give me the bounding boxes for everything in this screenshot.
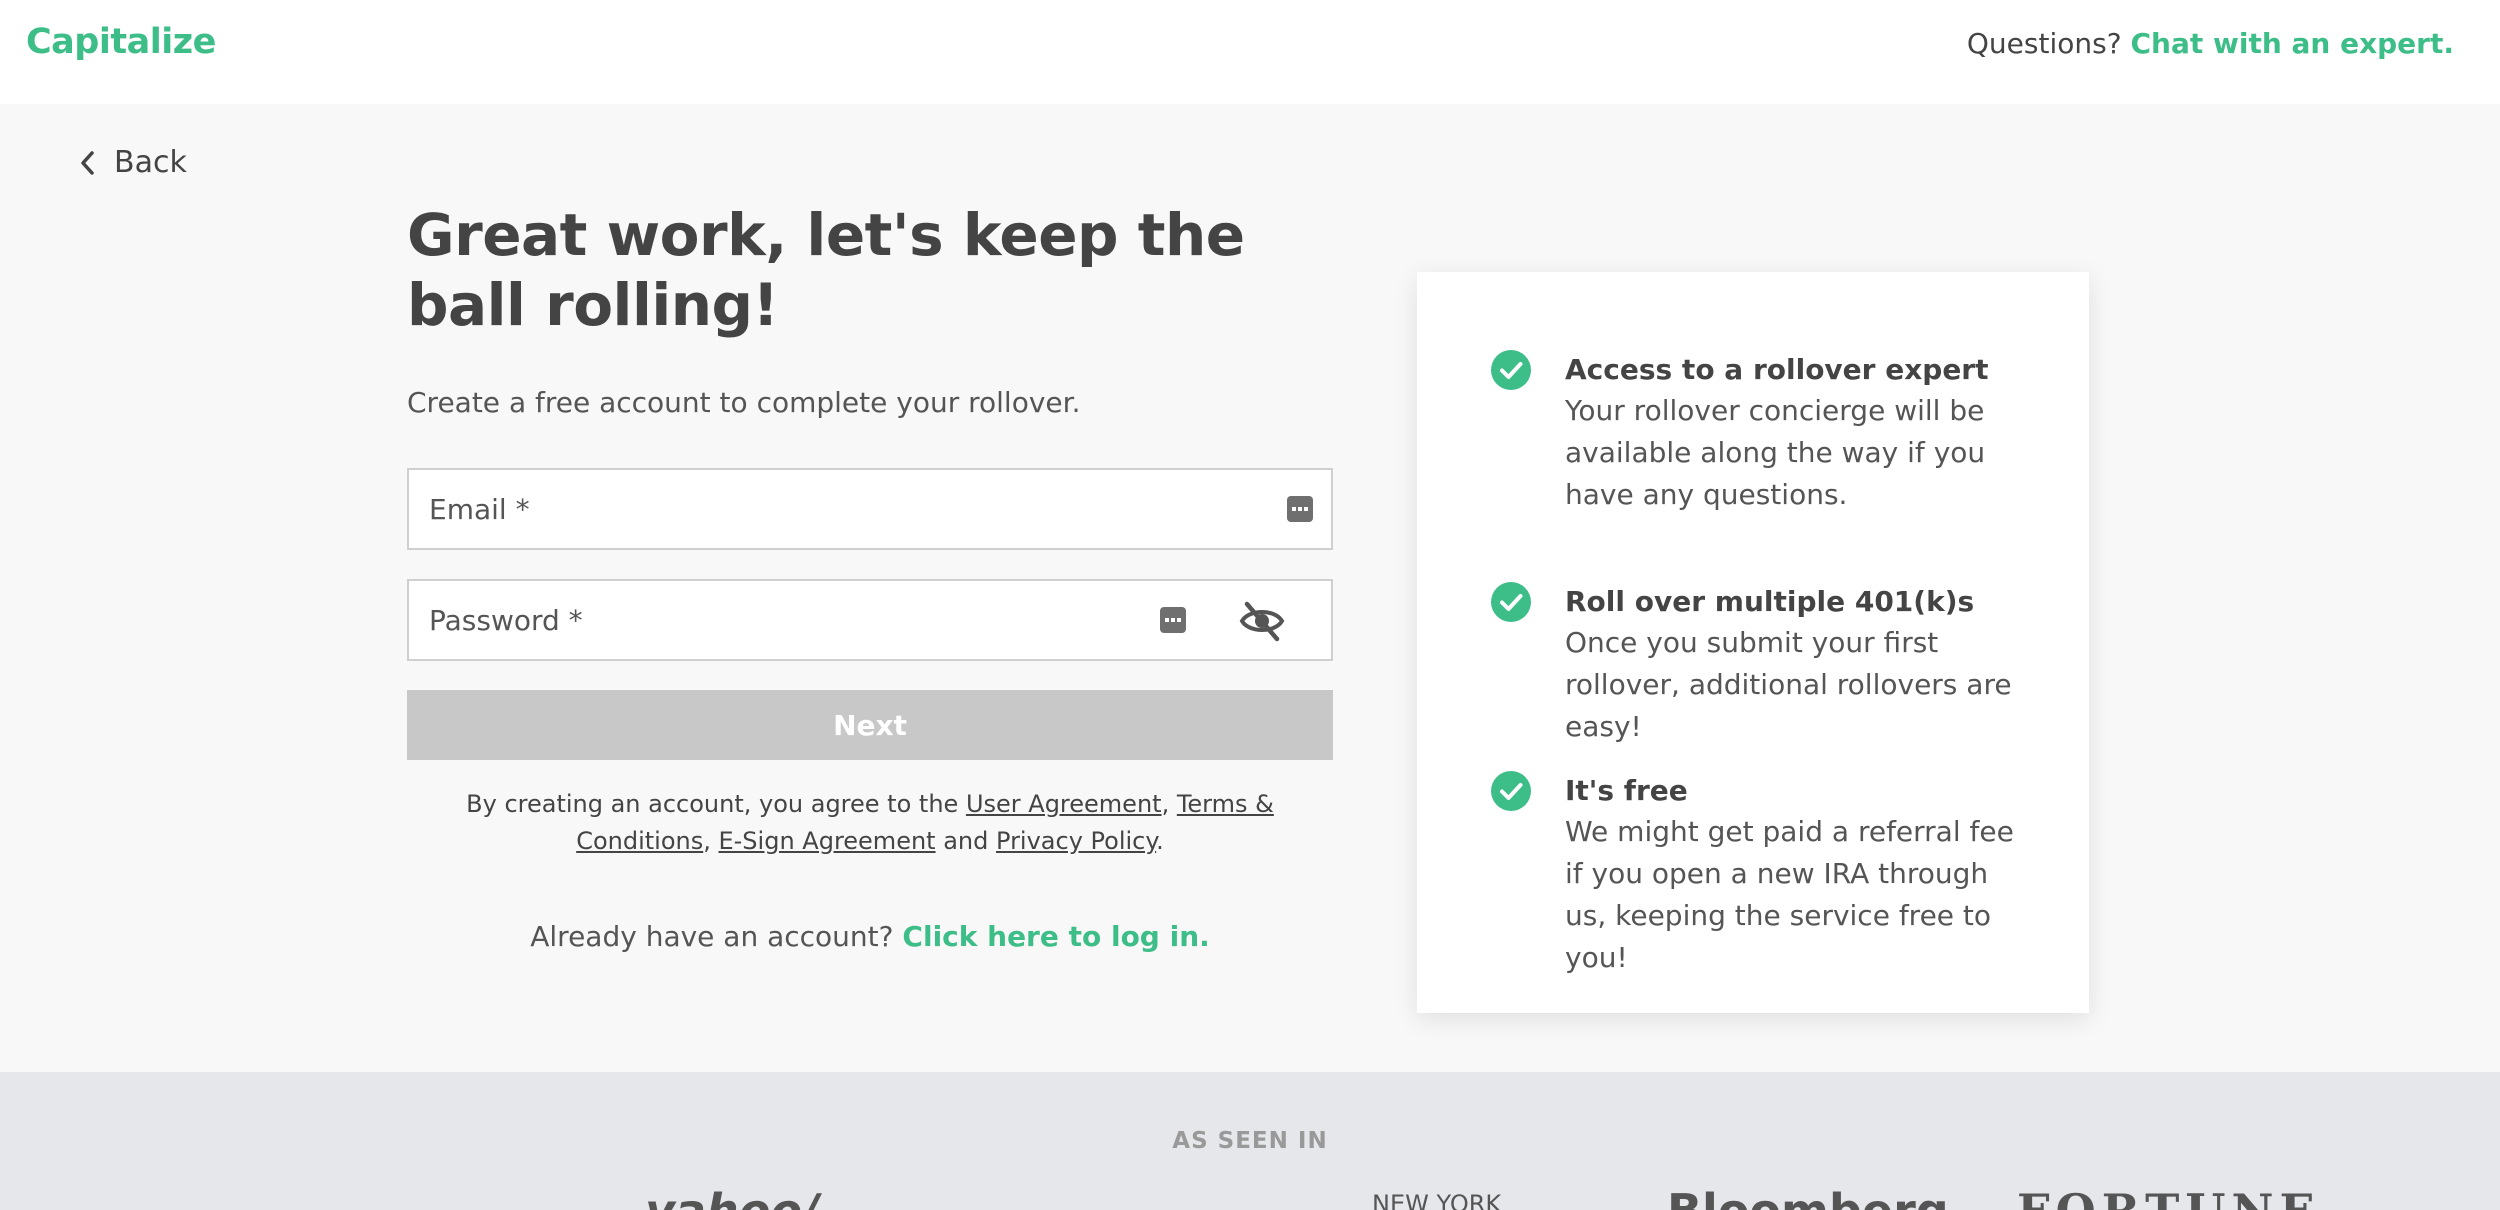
questions-label: Questions? (1966, 27, 2122, 60)
login-prompt: Already have an account? Click here to l… (407, 920, 1333, 953)
top-bar: Capitalize Questions? Chat with an exper… (0, 0, 2500, 104)
email-input[interactable] (409, 470, 1331, 548)
autofill-icon[interactable] (1160, 607, 1186, 633)
logo[interactable]: Capitalize (26, 22, 216, 62)
benefit-description: Your rollover concierge will be availabl… (1565, 394, 1986, 511)
legal-and: and (943, 827, 989, 855)
benefit-description: We might get paid a referral fee if you … (1565, 815, 2014, 974)
publication-logo-yahoo: yahoo/ (645, 1184, 819, 1210)
back-label: Back (114, 145, 187, 180)
password-input[interactable] (409, 581, 1331, 659)
benefit-title: Access to a rollover expert (1565, 353, 1989, 386)
check-circle-icon (1491, 582, 1531, 622)
benefit-title: Roll over multiple 401(k)s (1565, 585, 1975, 618)
publication-logo-new-york: NEW YORK (1372, 1190, 1502, 1210)
email-field-wrapper (407, 468, 1333, 550)
login-link[interactable]: Click here to log in. (902, 920, 1209, 953)
benefits-card: Access to a rollover expert Your rollove… (1417, 272, 2089, 1013)
eye-off-icon[interactable] (1239, 599, 1285, 643)
page-subtitle: Create a free account to complete your r… (407, 386, 1081, 419)
help-text: Questions? Chat with an expert. (1967, 27, 2454, 60)
publication-logo-fortune: FORTUNE (2017, 1184, 2321, 1210)
benefit-title: It's free (1565, 774, 1688, 807)
check-circle-icon (1491, 350, 1531, 390)
chevron-left-icon (81, 150, 94, 175)
login-prompt-text: Already have an account? (530, 920, 894, 953)
autofill-icon[interactable] (1287, 496, 1313, 522)
benefit-description: Once you submit your first rollover, add… (1565, 626, 2012, 743)
next-button[interactable]: Next (407, 690, 1333, 760)
back-button[interactable]: Back (78, 145, 187, 180)
esign-agreement-link[interactable]: E-Sign Agreement (718, 827, 935, 855)
chat-with-expert-link[interactable]: Chat with an expert. (2130, 27, 2454, 60)
as-seen-in-label: AS SEEN IN (1172, 1128, 1328, 1154)
legal-text: By creating an account, you agree to the… (466, 790, 1274, 855)
privacy-policy-link[interactable]: Privacy Policy (996, 827, 1156, 855)
publication-logo-bloomberg: Bloomberg (1667, 1184, 1949, 1210)
password-field-wrapper (407, 579, 1333, 661)
as-seen-in-footer: AS SEEN IN yahoo/ NEW YORK Bloomberg FOR… (0, 1072, 2500, 1210)
check-circle-icon (1491, 771, 1531, 811)
user-agreement-link[interactable]: User Agreement (966, 790, 1162, 818)
page-title: Great work, let's keep the ball rolling! (407, 201, 1245, 339)
legal-prefix: By creating an account, you agree to the (466, 790, 959, 818)
